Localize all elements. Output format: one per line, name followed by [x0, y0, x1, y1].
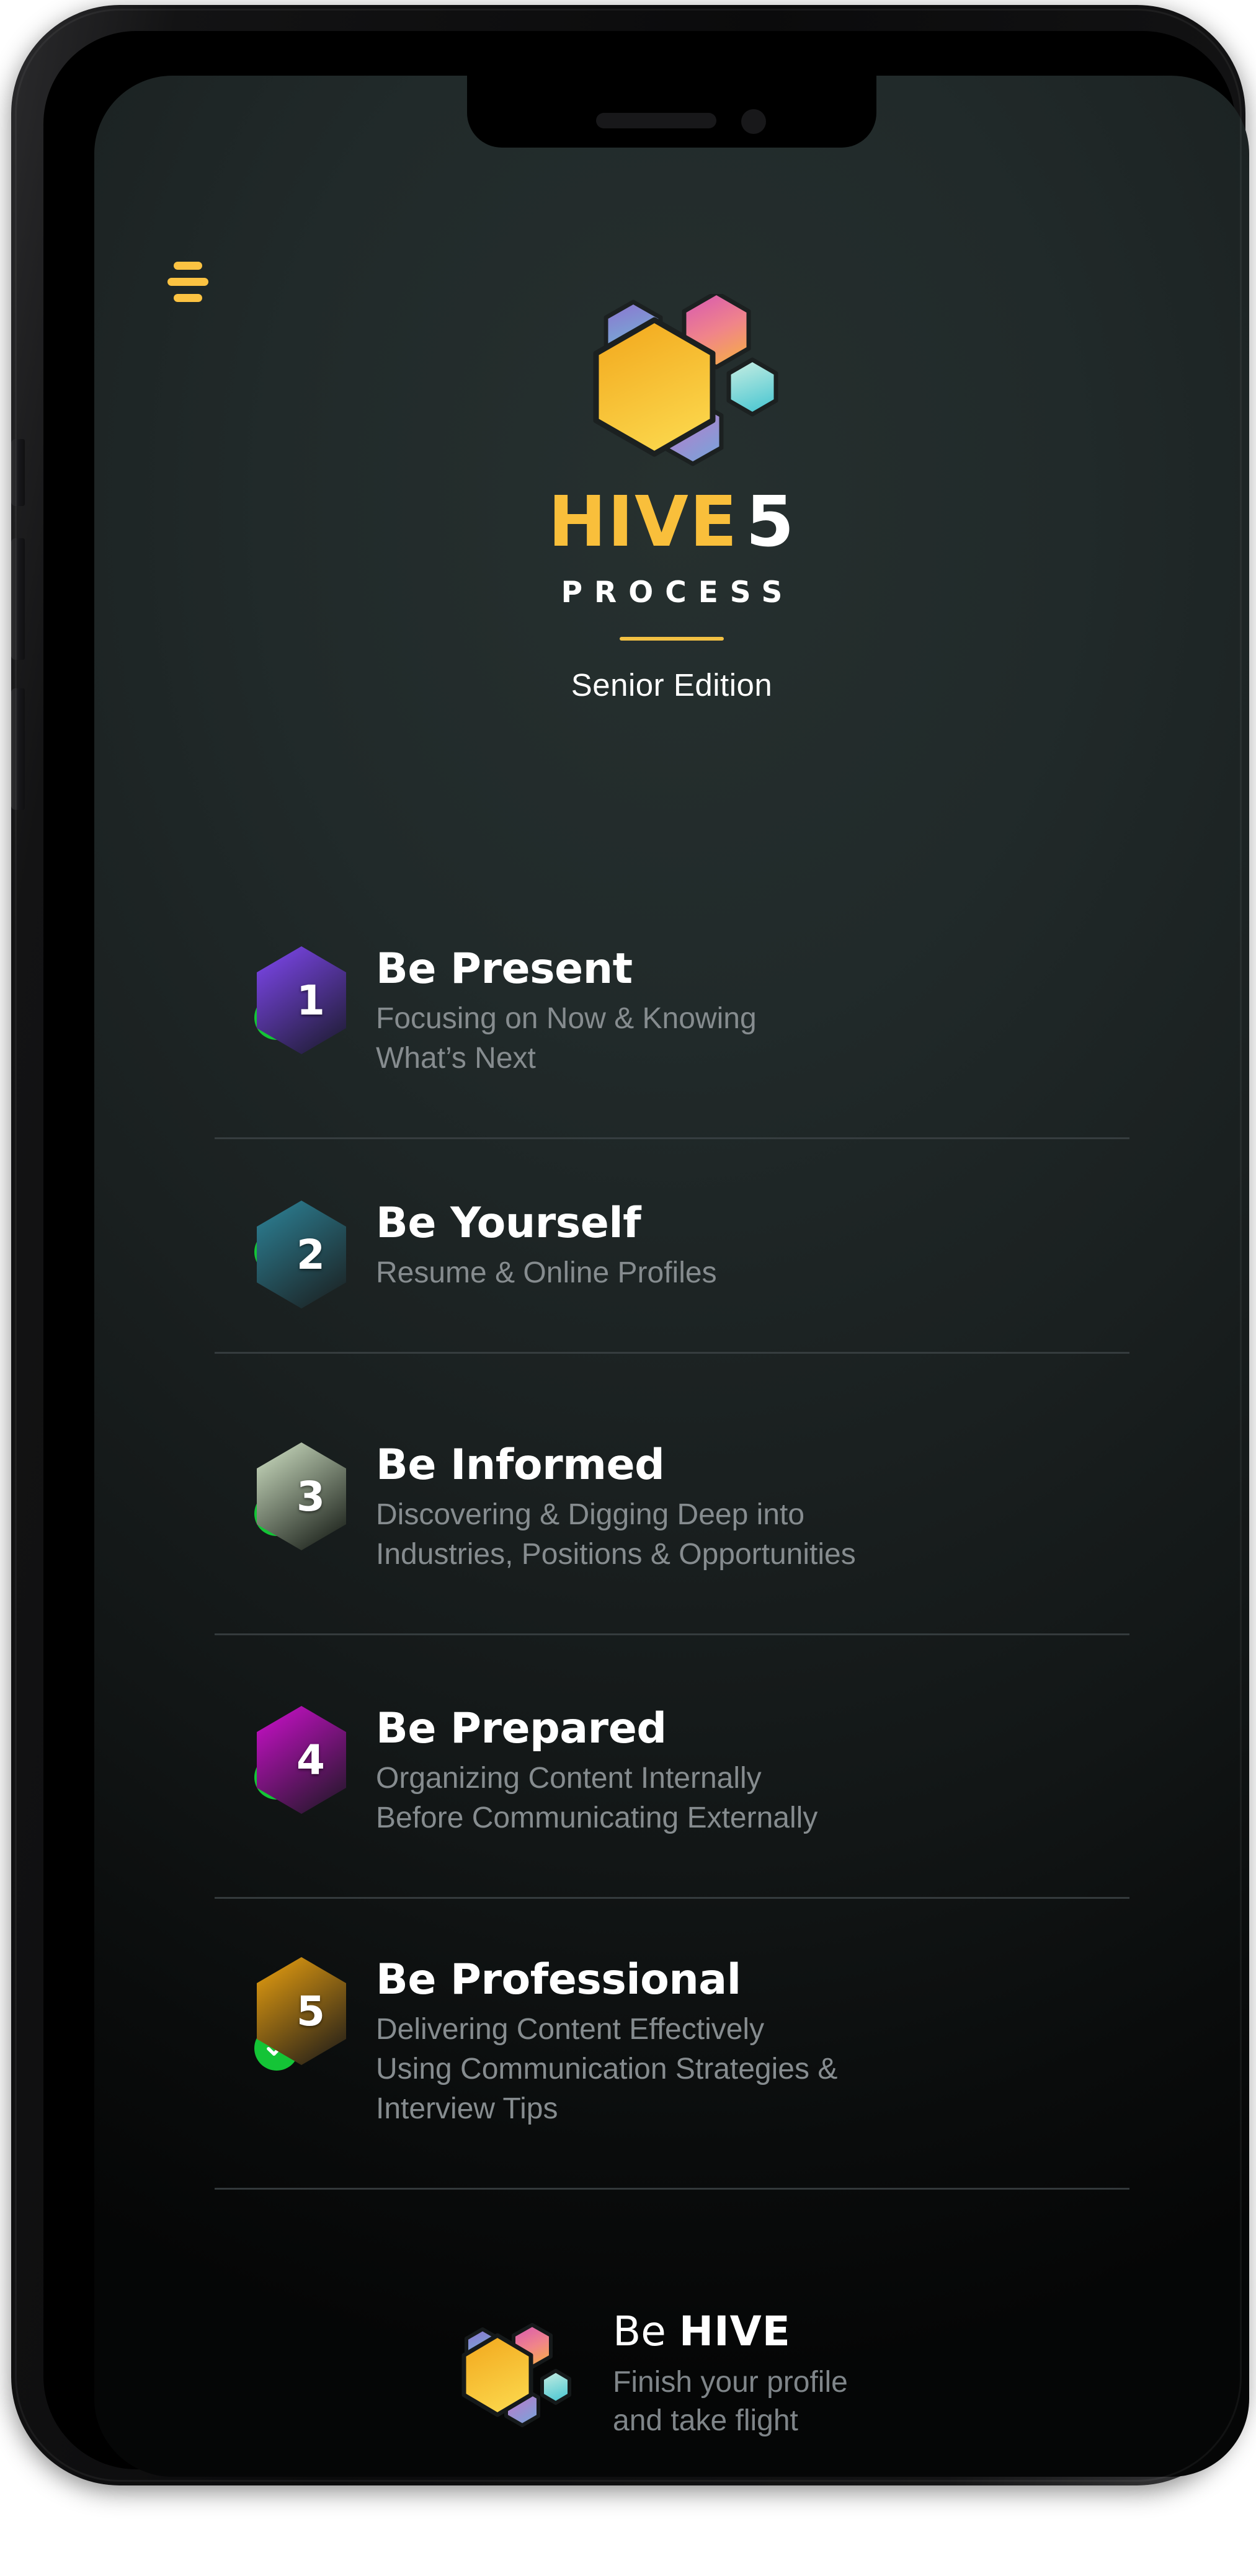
phone-screen: HIVE 5 PROCESS Senior Edition 1 Be Present…	[94, 76, 1249, 2477]
step-item-5[interactable]: 5 Be Professional Delivering Content Effec…	[94, 1955, 1249, 2129]
step-title: Be Present	[376, 944, 633, 993]
step-divider	[214, 1633, 1129, 1635]
step-subtitle: Resume & Online Profiles	[376, 1256, 717, 1290]
step-number-hexagon: 5	[252, 1955, 351, 2067]
hive-hexagon-logo-small	[453, 2318, 582, 2447]
hamburger-bar-2	[167, 278, 208, 286]
phone-bezel: HIVE 5 PROCESS Senior Edition 1 Be Present…	[43, 31, 1249, 2477]
be-hive-text: Be HIVE Finish your profile and take fli…	[613, 2296, 848, 2440]
phone-notch	[467, 76, 876, 148]
step-divider	[214, 1897, 1129, 1899]
step-text: Be Professional Delivering Content Effect…	[376, 1955, 837, 2129]
silent-switch-button[interactable]	[11, 439, 25, 506]
step-number-hexagon: 4	[252, 1703, 351, 1816]
brand-divider	[620, 637, 724, 641]
step-number-label: 4	[296, 1736, 325, 1784]
step-number-label: 5	[296, 1987, 325, 2035]
step-subtitle: Discovering & Digging Deep into Industri…	[376, 1498, 856, 1571]
step-subtitle: Organizing Content Internally Before Com…	[376, 1762, 818, 1835]
phone-frame: HIVE 5 PROCESS Senior Edition 1 Be Present…	[11, 5, 1249, 2485]
step-item-1[interactable]: 1 Be Present Focusing on Now & Knowing Wha…	[94, 944, 1249, 1078]
be-hive-title-prefix: Be	[613, 2307, 679, 2355]
brand-name: HIVE	[548, 482, 739, 562]
volume-down-button[interactable]	[11, 688, 25, 810]
brand-header: HIVE 5 PROCESS Senior Edition	[94, 294, 1249, 703]
step-divider	[214, 1137, 1129, 1139]
be-hive-title-brand: HIVE	[679, 2307, 791, 2355]
be-hive-cta[interactable]: Be HIVE Finish your profile and take fli…	[94, 2296, 1249, 2447]
step-title: Be Prepared	[376, 1704, 667, 1753]
brand-number: 5	[746, 482, 796, 562]
step-title: Be Informed	[376, 1441, 665, 1490]
step-number-label: 2	[296, 1230, 325, 1279]
step-title: Be Professional	[376, 1955, 741, 2004]
hive-hexagon-logo	[560, 294, 783, 474]
front-camera-icon	[741, 109, 766, 134]
step-number-label: 1	[296, 976, 325, 1024]
step-item-4[interactable]: 4 Be Prepared Organizing Content Internall…	[94, 1703, 1249, 1838]
screenshot-stage: HIVE 5 PROCESS Senior Edition 1 Be Present…	[0, 0, 1256, 2576]
step-number-label: 3	[296, 1472, 325, 1521]
step-item-3[interactable]: 3 Be Informed Discovering & Digging Deep i…	[94, 1440, 1249, 1574]
hamburger-bar-1	[174, 262, 202, 270]
step-divider	[214, 1352, 1129, 1354]
step-text: Be Yourself Resume & Online Profiles	[376, 1198, 717, 1293]
be-hive-subtitle: Finish your profile and take flight	[613, 2365, 848, 2437]
page-title: HIVE 5	[94, 487, 1249, 557]
app-content: HIVE 5 PROCESS Senior Edition 1 Be Present…	[94, 76, 1249, 2477]
step-number-hexagon: 1	[252, 944, 351, 1057]
step-text: Be Present Focusing on Now & Knowing What…	[376, 944, 757, 1078]
speaker-grille-icon	[596, 113, 716, 128]
step-subtitle: Delivering Content Effectively Using Com…	[376, 2013, 838, 2126]
step-subtitle: Focusing on Now & Knowing What’s Next	[376, 1002, 757, 1075]
volume-up-button[interactable]	[11, 538, 25, 660]
be-hive-title: Be HIVE	[613, 2309, 848, 2355]
step-text: Be Informed Discovering & Digging Deep in…	[376, 1440, 856, 1574]
step-number-hexagon: 3	[252, 1440, 351, 1553]
step-divider	[214, 2188, 1129, 2190]
step-title: Be Yourself	[376, 1199, 641, 1248]
brand-subtitle: PROCESS	[561, 575, 795, 610]
step-item-2[interactable]: 2 Be Yourself Resume & Online Profiles	[94, 1198, 1249, 1316]
step-number-hexagon: 2	[252, 1198, 351, 1311]
step-text: Be Prepared Organizing Content Internally…	[376, 1703, 817, 1838]
edition-label: Senior Edition	[571, 667, 773, 703]
